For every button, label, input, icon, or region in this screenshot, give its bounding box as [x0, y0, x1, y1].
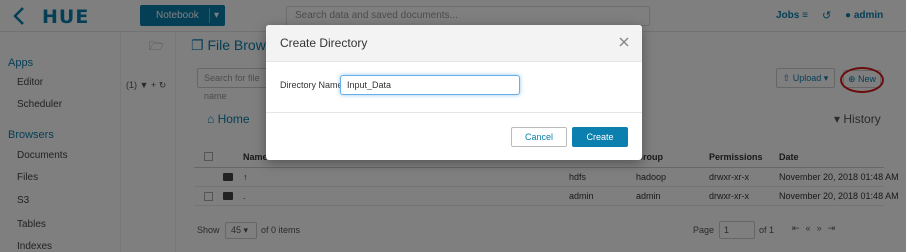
directory-name-label: Directory Name [280, 80, 343, 90]
create-button[interactable]: Create [572, 127, 628, 147]
create-directory-modal: Create Directory Directory Name Cancel C… [266, 25, 642, 160]
cancel-button[interactable]: Cancel [511, 127, 567, 147]
directory-name-input[interactable] [340, 75, 520, 95]
modal-header: Create Directory [266, 25, 642, 62]
modal-footer: Cancel Create [266, 112, 642, 160]
close-icon[interactable] [617, 35, 631, 49]
modal-title: Create Directory [280, 36, 368, 50]
